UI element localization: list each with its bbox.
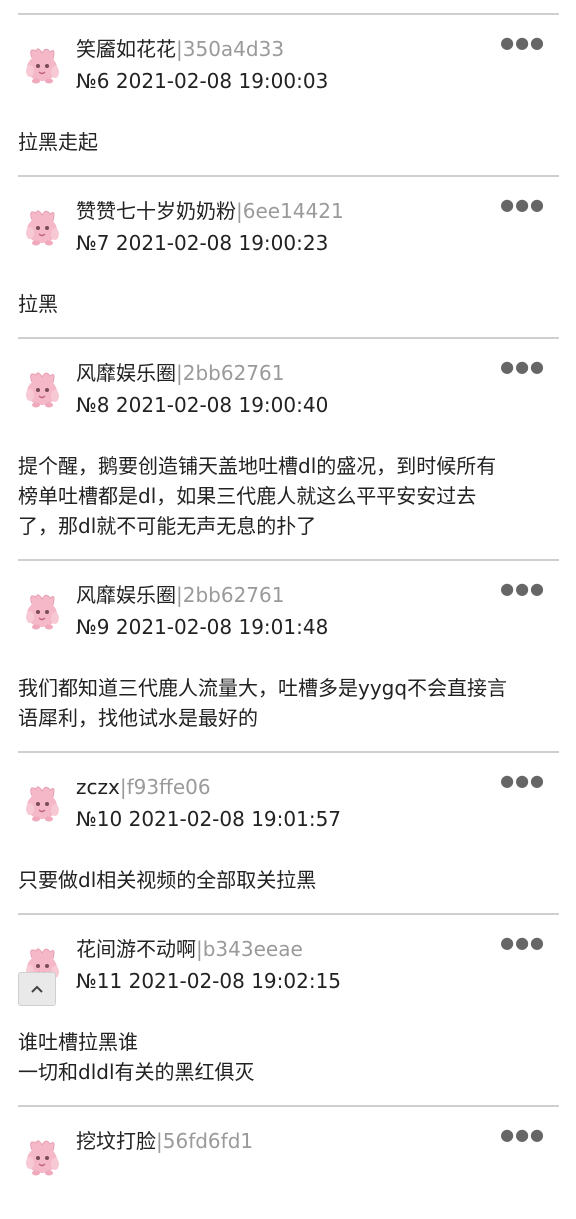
username[interactable]: 赞赞七十岁奶奶粉 <box>76 199 236 223</box>
post-content: 只要做dl相关视频的全部取关拉黑 <box>18 865 559 913</box>
post-list: 笑靥如花花|350a4d33 №6 2021-02-08 19:00:03 ●●… <box>18 15 559 1219</box>
username[interactable]: 风靡娱乐圈 <box>76 361 176 385</box>
post-item: 赞赞七十岁奶奶粉|6ee14421 №7 2021-02-08 19:00:23… <box>18 177 559 339</box>
more-dots-icon[interactable]: ●●● <box>500 195 545 214</box>
post-number: №7 <box>76 231 110 255</box>
post-item: 笑靥如花花|350a4d33 №6 2021-02-08 19:00:03 ●●… <box>18 15 559 177</box>
reply-feed: 笑靥如花花|350a4d33 №6 2021-02-08 19:00:03 ●●… <box>18 0 559 1219</box>
username-line[interactable]: 赞赞七十岁奶奶粉|6ee14421 <box>76 197 344 225</box>
username-line[interactable]: 笑靥如花花|350a4d33 <box>76 35 284 63</box>
post-number: №10 <box>76 807 123 831</box>
scroll-to-top-button[interactable] <box>18 972 56 1006</box>
post-content: 拉黑 <box>18 289 559 337</box>
more-dots-icon[interactable]: ●●● <box>500 357 545 376</box>
post-timestamp: 2021-02-08 19:01:57 <box>122 807 342 831</box>
more-dots-icon[interactable]: ●●● <box>500 1125 545 1144</box>
post-timestamp: 2021-02-08 19:00:23 <box>109 231 329 255</box>
post-meta: №9 2021-02-08 19:01:48 <box>76 613 328 641</box>
post-header: zczx|f93ffe06 №10 2021-02-08 19:01:57 ●●… <box>18 753 559 865</box>
avatar-icon[interactable] <box>20 365 64 409</box>
user-hash: |b343eeae <box>196 937 303 961</box>
content-line: 榜单吐槽都是dl，如果三代鹿人就这么平平安安过去 <box>18 484 477 508</box>
post-header: 风靡娱乐圈|2bb62761 №9 2021-02-08 19:01:48 ●●… <box>18 561 559 673</box>
content-line: 语犀利，找他试水是最好的 <box>18 706 258 730</box>
post-meta: №8 2021-02-08 19:00:40 <box>76 391 328 419</box>
post-header: 赞赞七十岁奶奶粉|6ee14421 №7 2021-02-08 19:00:23… <box>18 177 559 289</box>
post-content: 拉黑走起 <box>18 127 559 175</box>
post-number: №11 <box>76 969 123 993</box>
avatar-icon[interactable] <box>20 779 64 823</box>
post-meta: №6 2021-02-08 19:00:03 <box>76 67 328 95</box>
post-meta: №7 2021-02-08 19:00:23 <box>76 229 328 257</box>
username-line[interactable]: 风靡娱乐圈|2bb62761 <box>76 581 284 609</box>
more-dots-icon[interactable]: ●●● <box>500 579 545 598</box>
username-line[interactable]: zczx|f93ffe06 <box>76 773 211 801</box>
post-content: 我们都知道三代鹿人流量大，吐槽多是yygq不会直接言 语犀利，找他试水是最好的 <box>18 673 559 751</box>
user-hash: |2bb62761 <box>176 583 285 607</box>
username[interactable]: 笑靥如花花 <box>76 37 176 61</box>
content-line: 我们都知道三代鹿人流量大，吐槽多是yygq不会直接言 <box>18 676 508 700</box>
post-timestamp: 2021-02-08 19:00:03 <box>109 69 329 93</box>
content-line: 了，那dl就不可能无声无息的扑了 <box>18 514 317 538</box>
avatar-icon[interactable] <box>20 41 64 85</box>
post-header: 笑靥如花花|350a4d33 №6 2021-02-08 19:00:03 ●●… <box>18 15 559 127</box>
username-line[interactable]: 风靡娱乐圈|2bb62761 <box>76 359 284 387</box>
username-line[interactable]: 挖坟打脸|56fd6fd1 <box>76 1127 253 1155</box>
user-hash: |2bb62761 <box>176 361 285 385</box>
content-line: 拉黑 <box>18 292 58 316</box>
post-meta: №10 2021-02-08 19:01:57 <box>76 805 341 833</box>
post-header: 花间游不动啊|b343eeae №11 2021-02-08 19:02:15 … <box>18 915 559 1027</box>
username[interactable]: 挖坟打脸 <box>76 1129 156 1153</box>
user-hash: |350a4d33 <box>176 37 285 61</box>
more-dots-icon[interactable]: ●●● <box>500 933 545 952</box>
post-timestamp: 2021-02-08 19:00:40 <box>109 393 329 417</box>
username[interactable]: zczx <box>76 775 120 799</box>
more-dots-icon[interactable]: ●●● <box>500 771 545 790</box>
avatar-icon[interactable] <box>20 203 64 247</box>
avatar-icon[interactable] <box>20 1133 64 1177</box>
post-timestamp: 2021-02-08 19:02:15 <box>122 969 342 993</box>
post-number: №8 <box>76 393 110 417</box>
post-number: №6 <box>76 69 110 93</box>
content-line: 只要做dl相关视频的全部取关拉黑 <box>18 868 317 892</box>
post-meta: №11 2021-02-08 19:02:15 <box>76 967 341 995</box>
post-timestamp: 2021-02-08 19:01:48 <box>109 615 329 639</box>
content-line: 提个醒，鹅要创造铺天盖地吐槽dl的盛况，到时候所有 <box>18 454 497 478</box>
user-hash: |6ee14421 <box>236 199 344 223</box>
post-item: 挖坟打脸|56fd6fd1 ●●● <box>18 1107 559 1219</box>
user-hash: |f93ffe06 <box>119 775 211 799</box>
post-header: 挖坟打脸|56fd6fd1 ●●● <box>18 1107 559 1219</box>
chevron-up-icon <box>31 985 43 993</box>
user-hash: |56fd6fd1 <box>156 1129 254 1153</box>
post-number: №9 <box>76 615 110 639</box>
post-header: 风靡娱乐圈|2bb62761 №8 2021-02-08 19:00:40 ●●… <box>18 339 559 451</box>
username[interactable]: 风靡娱乐圈 <box>76 583 176 607</box>
username[interactable]: 花间游不动啊 <box>76 937 196 961</box>
content-line: 谁吐槽拉黑谁 <box>18 1030 138 1054</box>
avatar-icon[interactable] <box>20 587 64 631</box>
post-item: zczx|f93ffe06 №10 2021-02-08 19:01:57 ●●… <box>18 753 559 915</box>
post-content: 谁吐槽拉黑谁一切和dldl有关的黑红俱灭 <box>18 1027 559 1105</box>
content-line: 拉黑走起 <box>18 130 98 154</box>
post-item: 风靡娱乐圈|2bb62761 №8 2021-02-08 19:00:40 ●●… <box>18 339 559 561</box>
post-content: 提个醒，鹅要创造铺天盖地吐槽dl的盛况，到时候所有 榜单吐槽都是dl，如果三代鹿人… <box>18 451 559 559</box>
username-line[interactable]: 花间游不动啊|b343eeae <box>76 935 303 963</box>
more-dots-icon[interactable]: ●●● <box>500 33 545 52</box>
post-item: 风靡娱乐圈|2bb62761 №9 2021-02-08 19:01:48 ●●… <box>18 561 559 753</box>
content-line: 一切和dldl有关的黑红俱灭 <box>18 1060 255 1084</box>
post-item: 花间游不动啊|b343eeae №11 2021-02-08 19:02:15 … <box>18 915 559 1107</box>
